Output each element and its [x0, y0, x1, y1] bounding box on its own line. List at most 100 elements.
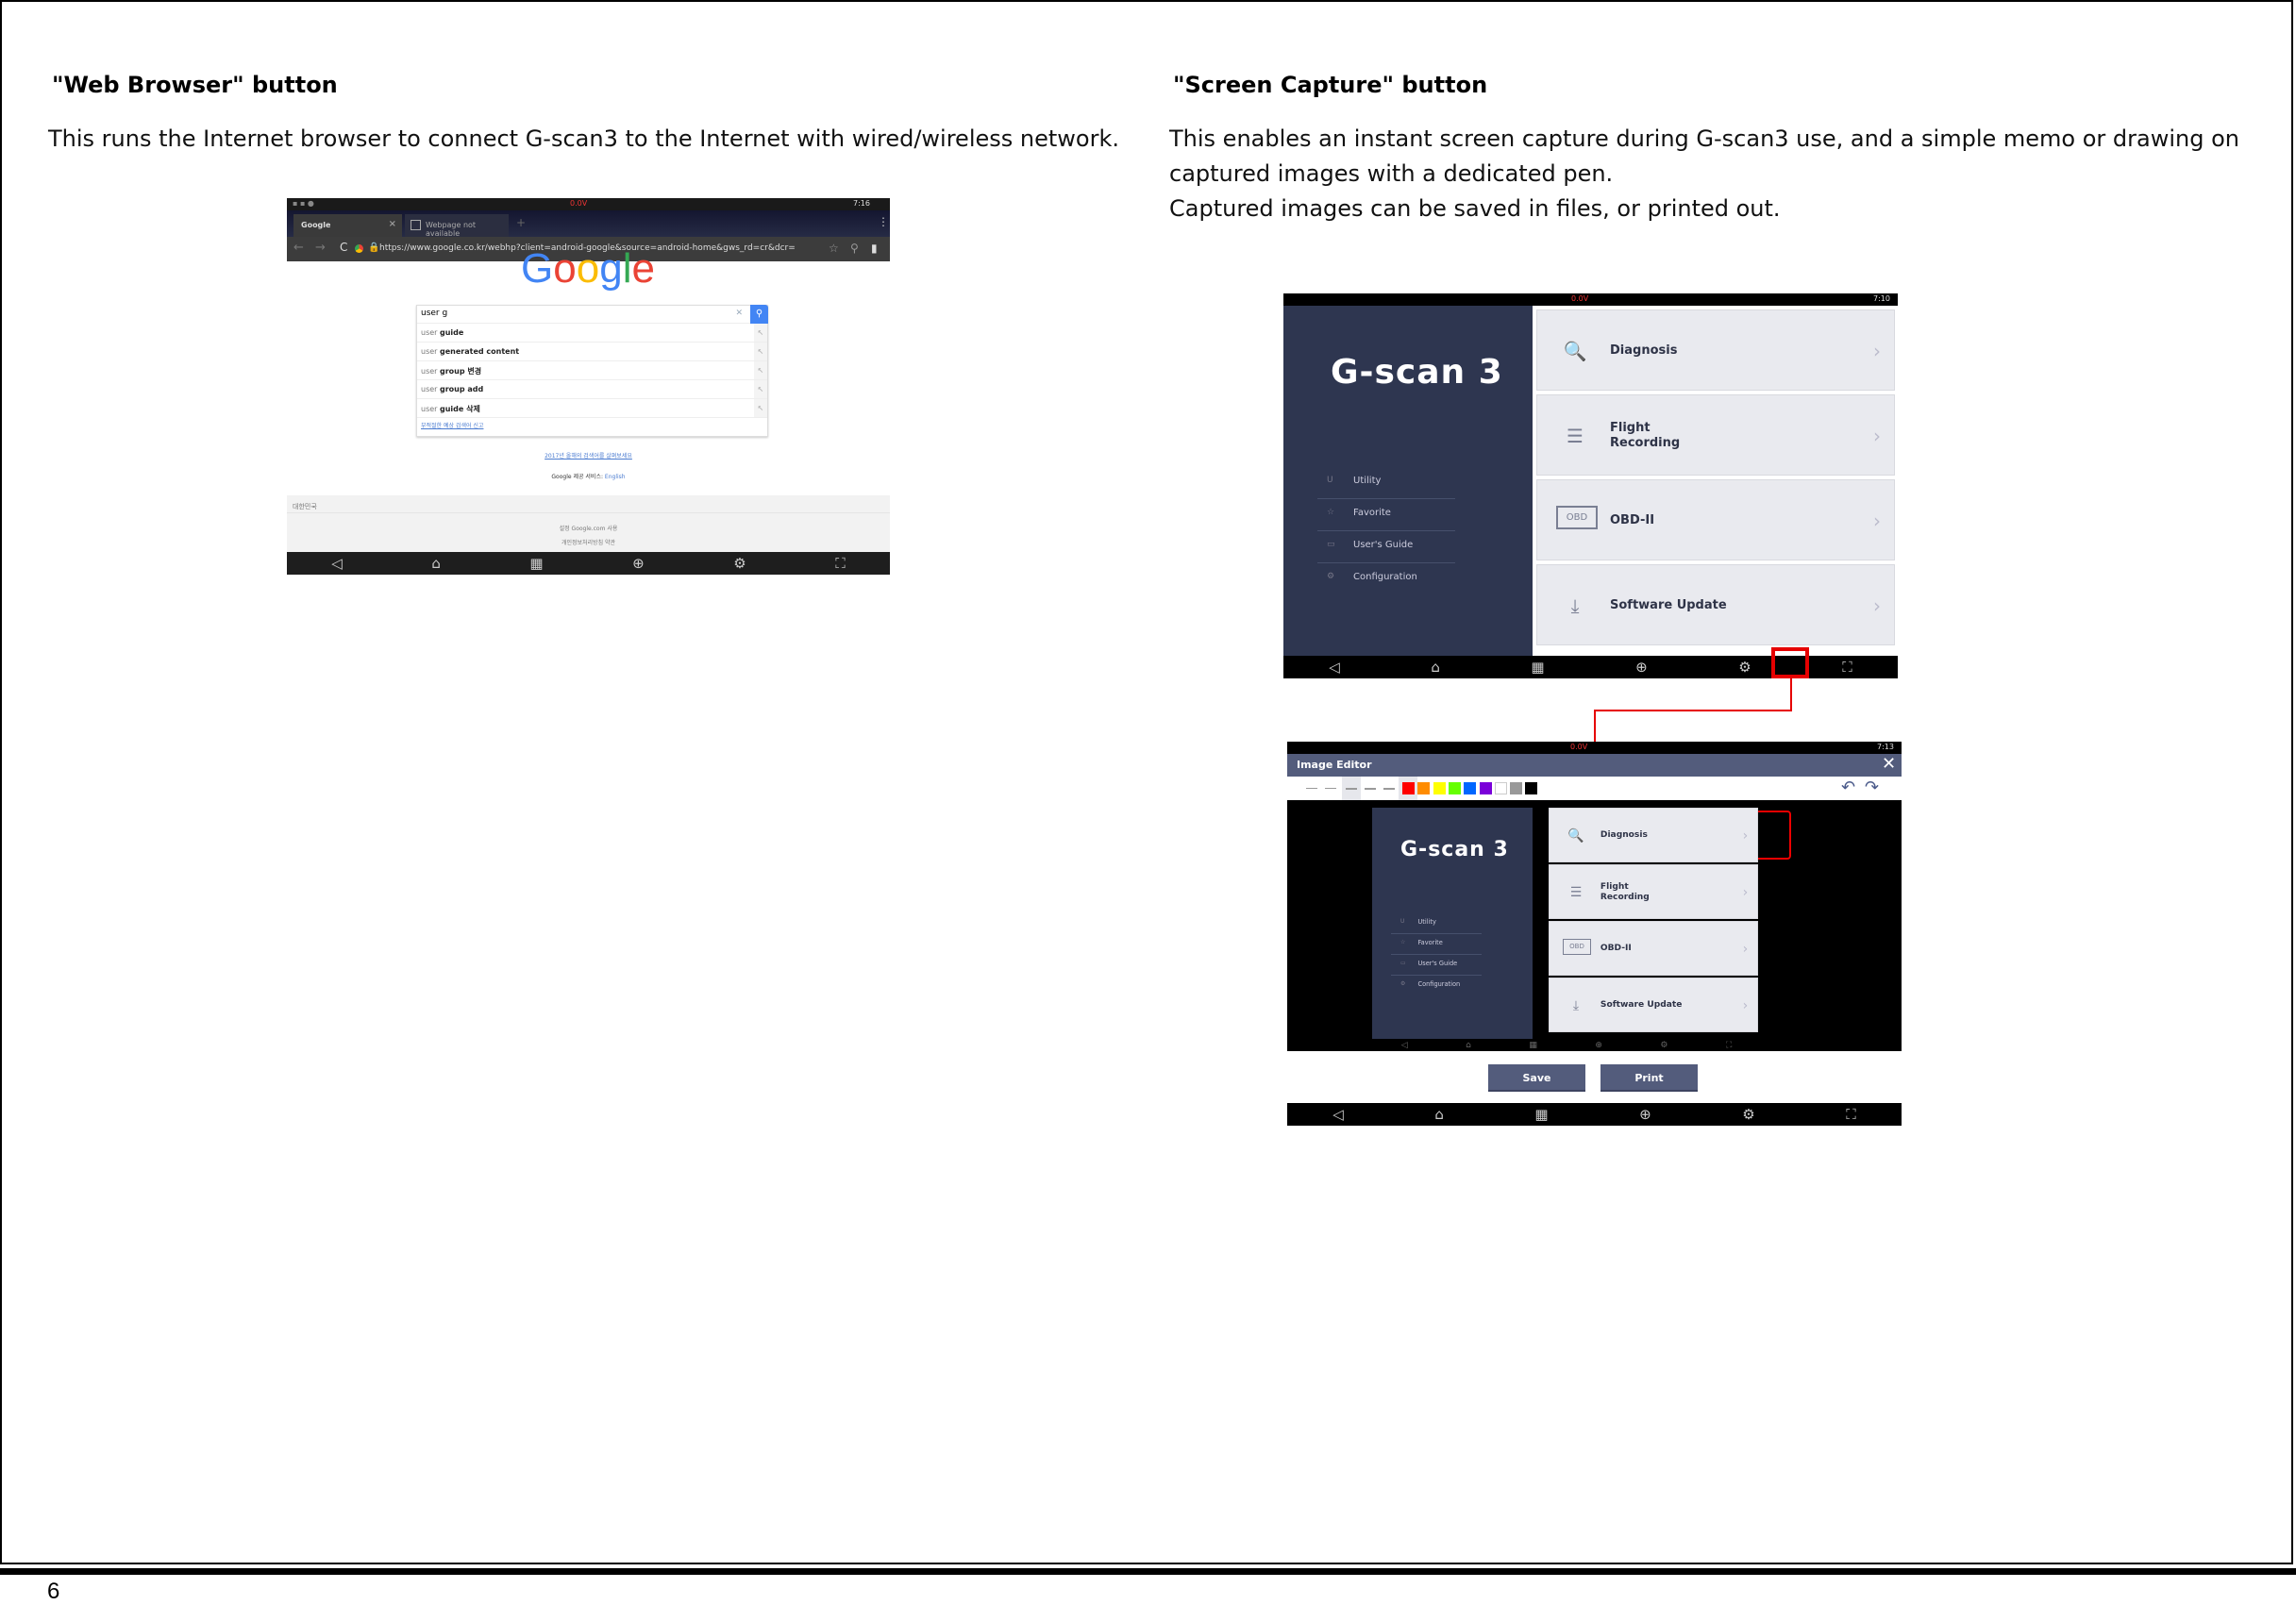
tab-label: Google: [301, 221, 331, 229]
logo-letter: G: [521, 245, 554, 292]
search-button[interactable]: ⚲: [750, 305, 768, 324]
editor-title: Image Editor: [1297, 759, 1372, 771]
fill-query-icon[interactable]: ↖: [754, 399, 767, 417]
fill-query-icon[interactable]: ↖: [754, 343, 767, 360]
menu-icon[interactable]: ⋮: [878, 215, 889, 228]
menu-card[interactable]: ☰ Flight Recording ›: [1549, 864, 1758, 919]
footer-links-1[interactable]: 설정 Google.com 사용: [287, 524, 890, 532]
car-diagnosis-icon: 🔍: [1567, 828, 1584, 844]
side-menu-item[interactable]: Favorite: [1417, 939, 1442, 946]
color-swatch[interactable]: [1464, 782, 1477, 794]
menu-card[interactable]: ⤓ Software Update ›: [1549, 978, 1758, 1032]
close-icon[interactable]: ✕: [1882, 754, 1896, 774]
menu-card[interactable]: ☰ Flight Recording ›: [1536, 394, 1895, 476]
color-swatch[interactable]: [1525, 782, 1538, 794]
color-swatch[interactable]: [1402, 782, 1415, 794]
apps-icon[interactable]: ▦: [529, 556, 543, 571]
forward-icon[interactable]: →: [315, 241, 326, 255]
screen-capture-icon[interactable]: ⛶: [1842, 660, 1852, 675]
color-swatch[interactable]: [1448, 782, 1461, 794]
screen-capture-icon[interactable]: ⛶: [1846, 1107, 1856, 1122]
new-tab-button[interactable]: +: [516, 216, 526, 229]
footer-rule: [0, 1568, 2296, 1575]
menu-card[interactable]: 🔍 Diagnosis ›: [1549, 808, 1758, 862]
back-icon[interactable]: ◁: [1332, 1107, 1344, 1122]
pen-width-3[interactable]: [1346, 788, 1357, 790]
reload-icon[interactable]: C: [340, 241, 347, 254]
back-icon[interactable]: ◁: [1329, 660, 1340, 675]
save-button[interactable]: Save: [1488, 1064, 1585, 1092]
tab-google[interactable]: Google ×: [293, 214, 402, 237]
home-icon[interactable]: ⌂: [1431, 660, 1440, 675]
bookmark-icon[interactable]: ▮: [871, 242, 878, 255]
apps-icon[interactable]: ▦: [1534, 1107, 1548, 1122]
side-menu-item[interactable]: Configuration: [1417, 980, 1460, 988]
suggestion-item[interactable]: user group add ↖: [417, 380, 767, 399]
english-link[interactable]: English: [605, 474, 626, 480]
suggestion-item[interactable]: user guide 삭제 ↖: [417, 399, 767, 418]
database-icon: ☰: [1569, 884, 1583, 900]
globe-icon[interactable]: ⊕: [1635, 660, 1648, 675]
suggestion-item[interactable]: user guide ↖: [417, 324, 767, 343]
suggestion-completion: generated content: [440, 347, 520, 356]
apps-icon[interactable]: ▦: [1531, 660, 1544, 675]
obd-book-icon: OBD: [1563, 938, 1591, 955]
star-icon[interactable]: ☆: [829, 242, 839, 255]
suggestion-item[interactable]: user generated content ↖: [417, 343, 767, 361]
menu-divider: [1317, 562, 1455, 564]
voltage-readout: 0.0V: [1570, 743, 1588, 751]
side-menu-item[interactable]: Configuration: [1353, 572, 1417, 582]
side-menu-item[interactable]: Utility: [1353, 476, 1381, 486]
back-icon[interactable]: ←: [293, 241, 304, 255]
color-swatch[interactable]: [1417, 782, 1431, 794]
home-icon[interactable]: ⌂: [1434, 1107, 1444, 1122]
settings-icon[interactable]: ⚙: [1738, 660, 1751, 675]
globe-icon[interactable]: ⊕: [1639, 1107, 1651, 1122]
pen-width-2[interactable]: [1325, 788, 1336, 789]
status-time: 7:10: [1873, 294, 1890, 303]
side-menu-item[interactable]: User's Guide: [1417, 960, 1457, 967]
fill-query-icon[interactable]: ↖: [754, 361, 767, 379]
menu-card[interactable]: OBD OBD-II ›: [1536, 479, 1895, 560]
fill-query-icon[interactable]: ↖: [754, 324, 767, 342]
color-swatch[interactable]: [1479, 782, 1492, 794]
suggestion-item[interactable]: user group 변경 ↖: [417, 361, 767, 380]
pen-width-4[interactable]: [1365, 788, 1376, 790]
chevron-right-icon: ›: [1873, 340, 1881, 362]
pen-width-5[interactable]: [1383, 788, 1395, 790]
side-menu-item[interactable]: Favorite: [1353, 508, 1391, 518]
menu-divider: [1391, 953, 1483, 955]
description-line: Captured images can be saved in files, o…: [1169, 195, 1781, 222]
color-swatch[interactable]: [1510, 782, 1523, 794]
fill-query-icon[interactable]: ↖: [754, 380, 767, 398]
notification-icons: ▪ ▪ ●: [293, 199, 314, 208]
color-swatch[interactable]: [1494, 782, 1507, 794]
tab-webpage-not-available[interactable]: Webpage not available: [405, 214, 509, 238]
footer-links-2[interactable]: 개인정보처리방침 약관: [287, 538, 890, 546]
menu-card[interactable]: 🔍 Diagnosis ›: [1536, 309, 1895, 391]
screen-capture-icon[interactable]: ⛶: [835, 556, 846, 571]
search-icon[interactable]: ⚲: [850, 242, 859, 255]
menu-card[interactable]: ⤓ Software Update ›: [1536, 564, 1895, 645]
globe-icon[interactable]: ⊕: [632, 556, 645, 571]
search-input[interactable]: user g ✕ ⚲: [417, 305, 768, 324]
menu-card[interactable]: OBD OBD-II ›: [1549, 921, 1758, 976]
report-predictions-link[interactable]: 부적절한 예상 검색어 신고: [417, 418, 767, 432]
undo-icon[interactable]: ↶: [1841, 777, 1855, 797]
back-icon[interactable]: ◁: [331, 556, 343, 571]
card-label: Software Update: [1600, 1000, 1683, 1011]
color-swatch[interactable]: [1433, 782, 1446, 794]
web-browser-description: This runs the Internet browser to connec…: [48, 125, 1119, 152]
home-icon[interactable]: ⌂: [431, 556, 441, 571]
clear-icon[interactable]: ✕: [735, 309, 743, 318]
side-menu-item[interactable]: User's Guide: [1353, 540, 1413, 550]
pen-width-1[interactable]: [1306, 788, 1317, 789]
promo-link[interactable]: 2017년 올해의 검색어를 살펴보세요: [287, 451, 890, 460]
side-menu-item[interactable]: Utility: [1417, 918, 1435, 926]
download-icon: ⤓: [1572, 997, 1580, 1013]
redo-icon[interactable]: ↷: [1865, 777, 1879, 797]
print-button[interactable]: Print: [1600, 1064, 1698, 1092]
close-tab-icon[interactable]: ×: [389, 219, 396, 229]
settings-icon[interactable]: ⚙: [733, 556, 746, 571]
settings-icon[interactable]: ⚙: [1742, 1107, 1754, 1122]
